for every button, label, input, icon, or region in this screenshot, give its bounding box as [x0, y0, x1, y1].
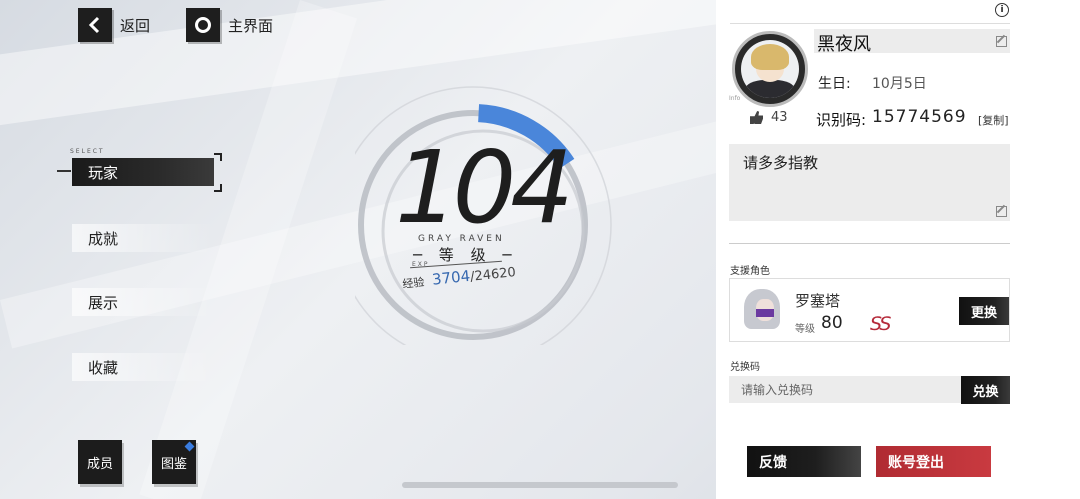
support-character-name: 罗塞塔 — [795, 292, 841, 310]
back-label: 返回 — [120, 16, 151, 35]
codex-label: 图鉴 — [160, 456, 187, 472]
birthday-value: 10月5日 — [872, 76, 927, 92]
back-button[interactable]: 返回 — [78, 8, 150, 42]
redeem-section-label: 兑换码 — [730, 362, 760, 373]
id-label: 识别码: — [816, 111, 867, 129]
player-id: 15774569 — [872, 107, 967, 127]
feedback-label: 反馈 — [759, 454, 787, 471]
level-subtitle: GRAY RAVEN — [418, 234, 505, 244]
like-count: 43 — [771, 110, 788, 125]
birthday-label: 生日: — [818, 76, 851, 92]
logout-label: 账号登出 — [888, 454, 944, 471]
edit-intro-icon[interactable] — [996, 206, 1007, 217]
rank-badge: SS — [870, 313, 892, 335]
menu-item-display[interactable]: 展示 — [72, 288, 214, 316]
avatar[interactable] — [732, 31, 808, 107]
redeem-label: 兑换 — [972, 384, 999, 400]
exp-label: 经验 — [401, 275, 426, 291]
scrollbar[interactable] — [402, 482, 678, 488]
members-button[interactable]: 成员 — [78, 440, 122, 484]
redeem-button[interactable]: 兑换 — [961, 376, 1010, 404]
support-level: 80 — [821, 313, 843, 333]
support-character-avatar — [740, 287, 784, 331]
chevron-left-icon — [78, 8, 112, 42]
thumbs-up-icon — [750, 111, 763, 124]
intro-text: 请多多指教 — [743, 154, 819, 172]
bracket-decoration — [214, 184, 222, 192]
avatar-tag: Info — [729, 95, 741, 102]
home-button[interactable]: 主界面 — [186, 8, 273, 42]
menu-item-achievements[interactable]: 成就 — [72, 224, 214, 252]
copy-id-button[interactable]: [复制] — [978, 112, 1009, 128]
select-tag: SELECT — [70, 148, 105, 155]
like-counter[interactable]: 43 — [750, 110, 788, 125]
divider — [729, 243, 1010, 244]
change-support-button[interactable]: 更换 — [959, 297, 1009, 325]
menu-item-player[interactable]: 玩家 — [72, 158, 214, 186]
logout-button[interactable]: 账号登出 — [876, 446, 991, 477]
player-name: 黑夜风 — [817, 34, 871, 55]
redeem-code-input[interactable] — [729, 376, 961, 403]
members-label: 成员 — [86, 456, 113, 472]
active-indicator — [57, 170, 71, 172]
home-ring-icon — [186, 8, 220, 42]
divider — [730, 23, 1010, 24]
codex-button[interactable]: 图鉴 — [152, 440, 196, 484]
edit-name-icon[interactable] — [996, 36, 1007, 47]
support-section-label: 支援角色 — [730, 266, 770, 277]
menu-item-collection[interactable]: 收藏 — [72, 353, 214, 381]
home-label: 主界面 — [228, 16, 274, 35]
new-badge-icon — [184, 441, 195, 452]
exp-tag: EXP — [412, 261, 430, 268]
info-icon[interactable]: i — [995, 3, 1009, 17]
feedback-button[interactable]: 反馈 — [747, 446, 861, 477]
support-level-label: 等级 — [795, 324, 815, 335]
change-label: 更换 — [970, 305, 997, 321]
bracket-decoration — [214, 153, 222, 161]
player-level: 104 — [395, 129, 574, 246]
